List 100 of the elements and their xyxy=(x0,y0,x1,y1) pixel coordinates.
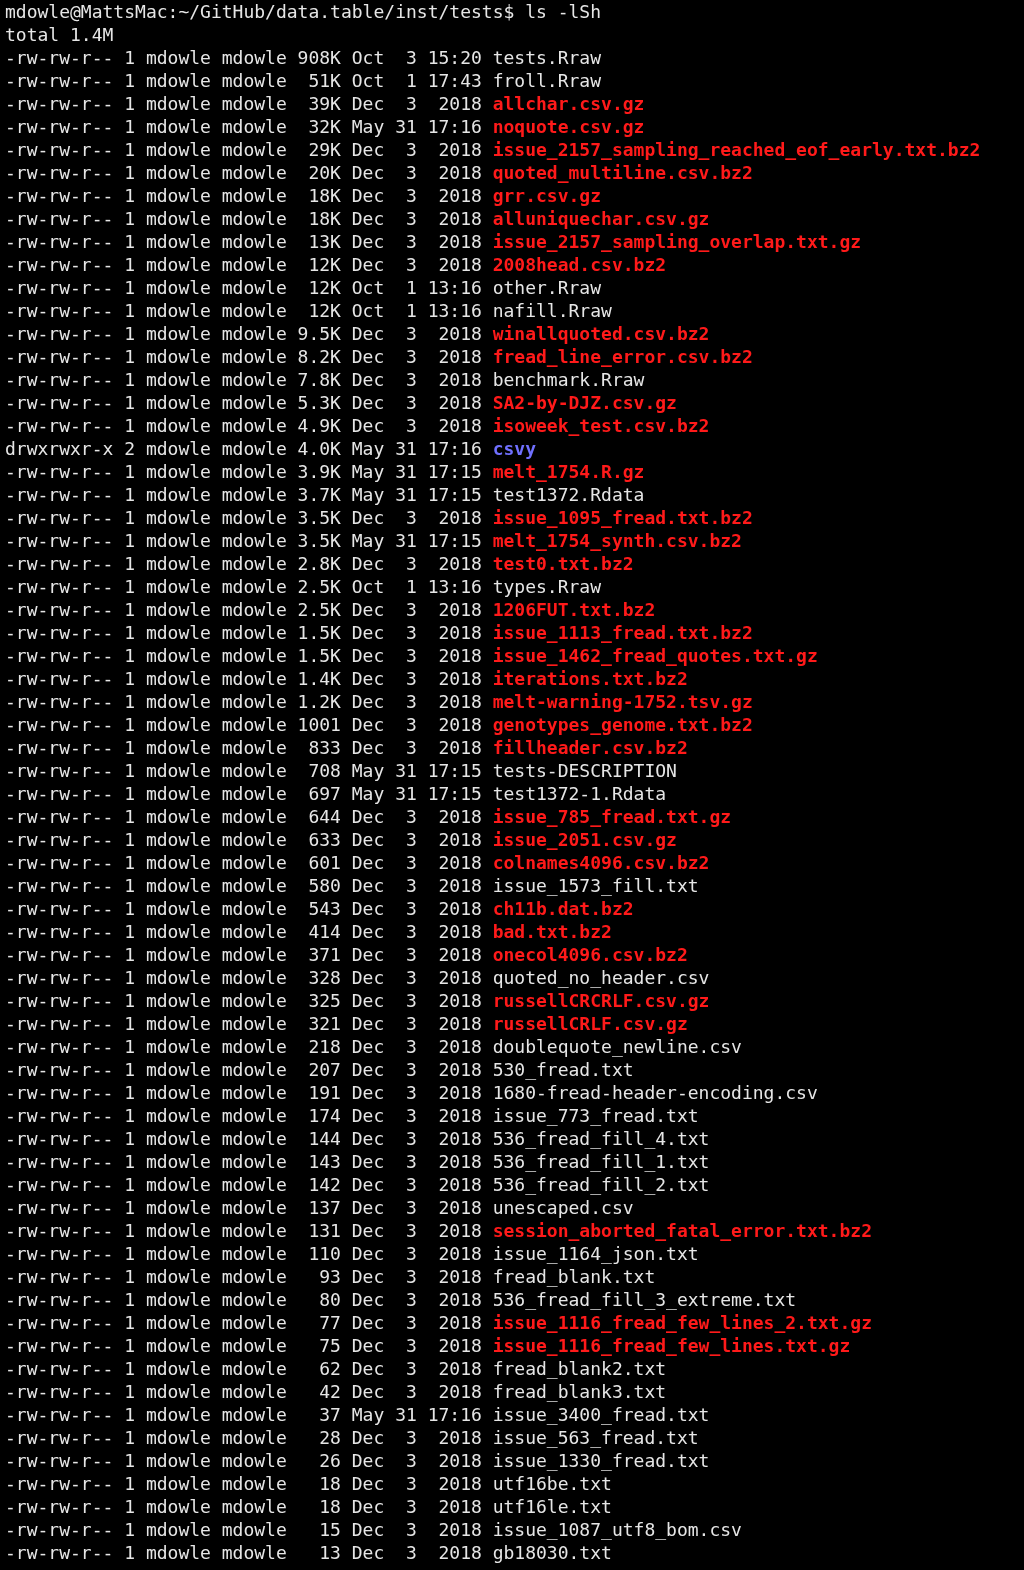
file-name: russellCRLF.csv.gz xyxy=(492,1012,688,1035)
file-name: bad.txt.bz2 xyxy=(492,920,612,943)
file-details: -rw-rw-r-- 1 mdowle mdowle 80 Dec 3 2018 xyxy=(5,1288,483,1311)
file-name: fread_blank3.txt xyxy=(492,1380,667,1403)
file-details: -rw-rw-r-- 1 mdowle mdowle 8.2K Dec 3 2018 xyxy=(5,345,483,368)
file-details: -rw-rw-r-- 1 mdowle mdowle 833 Dec 3 2018 xyxy=(5,736,483,759)
file-name: 536_fread_fill_1.txt xyxy=(492,1150,710,1173)
file-name: quoted_multiline.csv.bz2 xyxy=(492,161,753,184)
file-details: -rw-rw-r-- 1 mdowle mdowle 42 Dec 3 2018 xyxy=(5,1380,483,1403)
file-details: -rw-rw-r-- 1 mdowle mdowle 137 Dec 3 2018 xyxy=(5,1196,483,1219)
file-name: test1372.Rdata xyxy=(492,483,645,506)
file-details: -rw-rw-r-- 1 mdowle mdowle 18K Dec 3 2018 xyxy=(5,207,483,230)
file-details: -rw-rw-r-- 1 mdowle mdowle 62 Dec 3 2018 xyxy=(5,1357,483,1380)
file-details: -rw-rw-r-- 1 mdowle mdowle 601 Dec 3 2018 xyxy=(5,851,483,874)
file-name: grr.csv.gz xyxy=(492,184,602,207)
file-name: issue_563_fread.txt xyxy=(492,1426,699,1449)
file-name: russellCRCRLF.csv.gz xyxy=(492,989,710,1012)
file-name: nafill.Rraw xyxy=(492,299,612,322)
file-name: onecol4096.csv.bz2 xyxy=(492,943,688,966)
file-details: -rw-rw-r-- 1 mdowle mdowle 644 Dec 3 2018 xyxy=(5,805,483,828)
file-details: -rw-rw-r-- 1 mdowle mdowle 12K Dec 3 2018 xyxy=(5,253,483,276)
file-name: allchar.csv.gz xyxy=(492,92,645,115)
file-name: colnames4096.csv.bz2 xyxy=(492,851,710,874)
file-name: fread_line_error.csv.bz2 xyxy=(492,345,753,368)
file-details: -rw-rw-r-- 1 mdowle mdowle 3.5K Dec 3 2018 xyxy=(5,506,483,529)
file-details: -rw-rw-r-- 1 mdowle mdowle 28 Dec 3 2018 xyxy=(5,1426,483,1449)
file-name: issue_1164_json.txt xyxy=(492,1242,699,1265)
file-details: -rw-rw-r-- 1 mdowle mdowle 543 Dec 3 2018 xyxy=(5,897,483,920)
file-name: issue_2157_sampling_overlap.txt.gz xyxy=(492,230,862,253)
file-name: tests.Rraw xyxy=(492,46,602,69)
file-details: -rw-rw-r-- 1 mdowle mdowle 32K May 31 17:16 xyxy=(5,115,483,138)
file-name: utf16le.txt xyxy=(492,1495,612,1518)
file-details: -rw-rw-r-- 1 mdowle mdowle 3.5K May 31 17:15 xyxy=(5,529,483,552)
file-name: melt_1754_synth.csv.bz2 xyxy=(492,529,742,552)
file-details: -rw-rw-r-- 1 mdowle mdowle 110 Dec 3 2018 xyxy=(5,1242,483,1265)
file-name: csvy xyxy=(492,437,537,460)
file-name: other.Rraw xyxy=(492,276,602,299)
file-details: -rw-rw-r-- 1 mdowle mdowle 51K Oct 1 17:43 xyxy=(5,69,483,92)
file-name: issue_1116_fread_few_lines_2.txt.gz xyxy=(492,1311,872,1334)
file-name: utf16be.txt xyxy=(492,1472,612,1495)
file-details: -rw-rw-r-- 1 mdowle mdowle 2.8K Dec 3 2018 xyxy=(5,552,483,575)
file-details: -rw-rw-r-- 1 mdowle mdowle 4.9K Dec 3 2018 xyxy=(5,414,483,437)
total-size-line: total 1.4M xyxy=(5,23,114,46)
file-name: unescaped.csv xyxy=(492,1196,634,1219)
file-details: -rw-rw-r-- 1 mdowle mdowle 2.5K Dec 3 2018 xyxy=(5,598,483,621)
file-details: -rw-rw-r-- 1 mdowle mdowle 325 Dec 3 2018 xyxy=(5,989,483,1012)
file-details: -rw-rw-r-- 1 mdowle mdowle 37 May 31 17:16 xyxy=(5,1403,483,1426)
file-details: -rw-rw-r-- 1 mdowle mdowle 131 Dec 3 2018 xyxy=(5,1219,483,1242)
file-details: -rw-rw-r-- 1 mdowle mdowle 697 May 31 17:15 xyxy=(5,782,483,805)
file-details: -rw-rw-r-- 1 mdowle mdowle 207 Dec 3 2018 xyxy=(5,1058,483,1081)
file-name: issue_1462_fread_quotes.txt.gz xyxy=(492,644,818,667)
file-details: -rw-rw-r-- 1 mdowle mdowle 708 May 31 17:15 xyxy=(5,759,483,782)
file-details: -rw-rw-r-- 1 mdowle mdowle 93 Dec 3 2018 xyxy=(5,1265,483,1288)
file-details: -rw-rw-r-- 1 mdowle mdowle 191 Dec 3 2018 xyxy=(5,1081,483,1104)
file-name: 1680-fread-header-encoding.csv xyxy=(492,1081,818,1104)
file-name: test1372-1.Rdata xyxy=(492,782,667,805)
file-name: froll.Rraw xyxy=(492,69,602,92)
file-details: -rw-rw-r-- 1 mdowle mdowle 1.2K Dec 3 2018 xyxy=(5,690,483,713)
file-details: -rw-rw-r-- 1 mdowle mdowle 20K Dec 3 2018 xyxy=(5,161,483,184)
file-name: doublequote_newline.csv xyxy=(492,1035,742,1058)
file-details: -rw-rw-r-- 1 mdowle mdowle 18 Dec 3 2018 xyxy=(5,1472,483,1495)
file-name: fillheader.csv.bz2 xyxy=(492,736,688,759)
file-details: -rw-rw-r-- 1 mdowle mdowle 29K Dec 3 2018 xyxy=(5,138,483,161)
file-details: -rw-rw-r-- 1 mdowle mdowle 77 Dec 3 2018 xyxy=(5,1311,483,1334)
file-details: -rw-rw-r-- 1 mdowle mdowle 12K Oct 1 13:16 xyxy=(5,299,483,322)
file-name: issue_773_fread.txt xyxy=(492,1104,699,1127)
file-name: 536_fread_fill_3_extreme.txt xyxy=(492,1288,797,1311)
file-name: fread_blank.txt xyxy=(492,1265,656,1288)
file-details: -rw-rw-r-- 1 mdowle mdowle 1.4K Dec 3 2018 xyxy=(5,667,483,690)
file-name: quoted_no_header.csv xyxy=(492,966,710,989)
file-name: iterations.txt.bz2 xyxy=(492,667,688,690)
file-name: 1206FUT.txt.bz2 xyxy=(492,598,656,621)
file-details: -rw-rw-r-- 1 mdowle mdowle 75 Dec 3 2018 xyxy=(5,1334,483,1357)
file-name: types.Rraw xyxy=(492,575,602,598)
file-name: 536_fread_fill_4.txt xyxy=(492,1127,710,1150)
file-name: isoweek_test.csv.bz2 xyxy=(492,414,710,437)
file-name: tests-DESCRIPTION xyxy=(492,759,677,782)
file-name: issue_2157_sampling_reached_eof_early.txt.bz2 xyxy=(492,138,981,161)
file-details: -rw-rw-r-- 1 mdowle mdowle 143 Dec 3 2018 xyxy=(5,1150,483,1173)
file-name: 2008head.csv.bz2 xyxy=(492,253,667,276)
file-name: melt-warning-1752.tsv.gz xyxy=(492,690,753,713)
file-details: -rw-rw-r-- 1 mdowle mdowle 321 Dec 3 2018 xyxy=(5,1012,483,1035)
file-name: ch11b.dat.bz2 xyxy=(492,897,634,920)
file-details: -rw-rw-r-- 1 mdowle mdowle 12K Oct 1 13:16 xyxy=(5,276,483,299)
file-details: -rw-rw-r-- 1 mdowle mdowle 414 Dec 3 2018 xyxy=(5,920,483,943)
file-details: -rw-rw-r-- 1 mdowle mdowle 3.7K May 31 17:15 xyxy=(5,483,483,506)
file-details: -rw-rw-r-- 1 mdowle mdowle 1.5K Dec 3 2018 xyxy=(5,621,483,644)
file-details: -rw-rw-r-- 1 mdowle mdowle 13 Dec 3 2018 xyxy=(5,1541,483,1564)
file-name: fread_blank2.txt xyxy=(492,1357,667,1380)
file-details: -rw-rw-r-- 1 mdowle mdowle 142 Dec 3 2018 xyxy=(5,1173,483,1196)
file-details: -rw-rw-r-- 1 mdowle mdowle 39K Dec 3 2018 xyxy=(5,92,483,115)
file-details: -rw-rw-r-- 1 mdowle mdowle 13K Dec 3 2018 xyxy=(5,230,483,253)
file-details: -rw-rw-r-- 1 mdowle mdowle 908K Oct 3 15:20 xyxy=(5,46,483,69)
file-name: 536_fread_fill_2.txt xyxy=(492,1173,710,1196)
file-name: issue_3400_fread.txt xyxy=(492,1403,710,1426)
file-name: 530_fread.txt xyxy=(492,1058,634,1081)
file-details: -rw-rw-r-- 1 mdowle mdowle 580 Dec 3 2018 xyxy=(5,874,483,897)
file-details: -rw-rw-r-- 1 mdowle mdowle 174 Dec 3 2018 xyxy=(5,1104,483,1127)
file-name: melt_1754.R.gz xyxy=(492,460,645,483)
file-name: noquote.csv.gz xyxy=(492,115,645,138)
